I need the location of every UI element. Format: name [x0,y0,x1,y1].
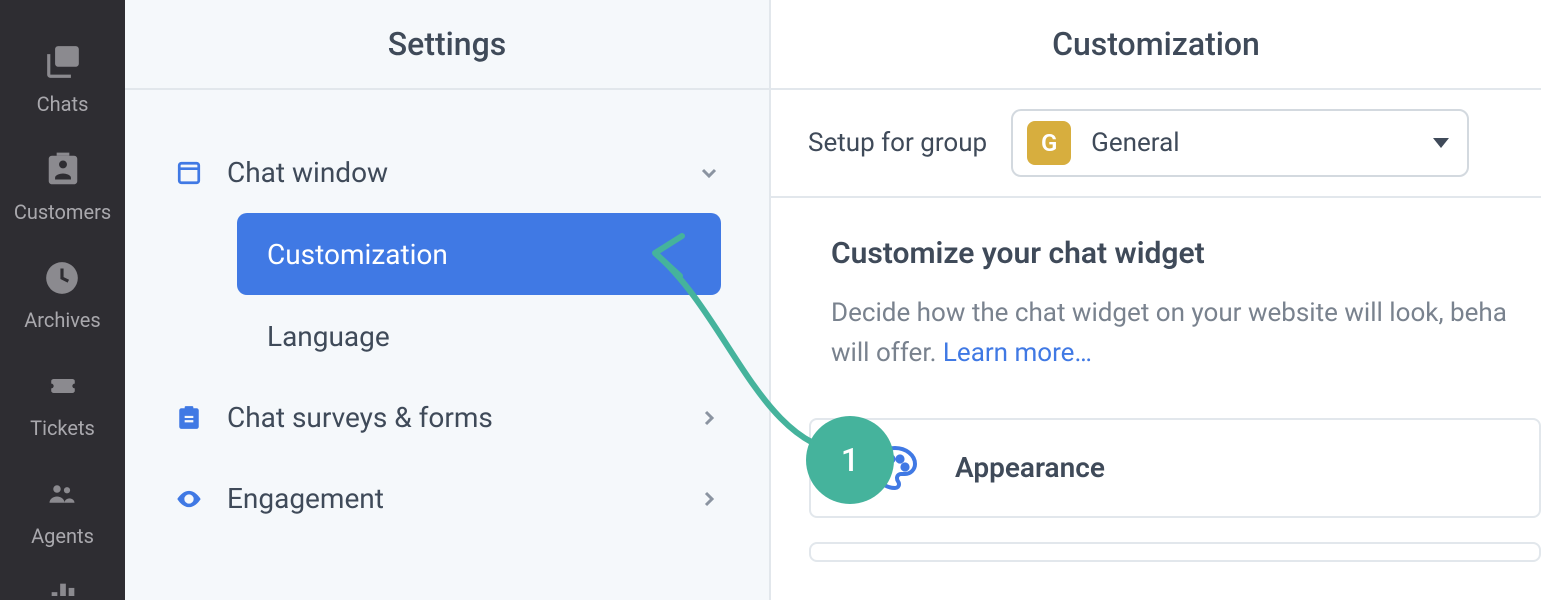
main-panel: Customization Setup for group G General … [771,0,1541,600]
page-title: Customization [1052,25,1260,63]
category-label: Chat surveys & forms [227,401,673,434]
group-name: General [1091,128,1413,158]
settings-sidebar: Settings Chat window Customization Langu… [125,0,771,600]
chevron-down-icon [697,161,721,185]
submenu-language[interactable]: Language [237,295,721,377]
bar-chart-icon [43,578,83,596]
group-badge: G [1027,121,1071,165]
rail-item-label: Tickets [30,416,95,440]
main-header: Customization [771,0,1541,90]
nav-rail: Chats Customers Archives Tickets Agents [0,0,125,600]
submenu-customization[interactable]: Customization [237,213,721,295]
rail-item-label: Archives [24,308,100,332]
rail-item-agents[interactable]: Agents [31,474,94,548]
submenu-label: Customization [267,238,448,271]
category-surveys[interactable]: Chat surveys & forms [125,377,769,458]
card-appearance[interactable]: Appearance [809,418,1541,518]
rail-item-more[interactable] [43,578,83,596]
rail-item-label: Agents [31,524,94,548]
chevron-right-icon [697,487,721,511]
group-select[interactable]: G General [1011,109,1469,177]
category-label: Chat window [227,156,673,189]
chats-icon [43,42,83,82]
card-label: Appearance [955,451,1105,484]
rail-item-label: Customers [14,200,111,224]
learn-more-link[interactable]: Learn more… [943,338,1092,368]
group-label: Setup for group [808,128,987,158]
rail-item-chats[interactable]: Chats [37,42,89,116]
rail-item-archives[interactable]: Archives [24,258,100,332]
card-next[interactable] [809,542,1541,562]
section-description: Decide how the chat widget on your websi… [831,293,1541,374]
clipboard-icon [175,404,203,432]
category-chat-window[interactable]: Chat window [125,132,769,213]
section-heading: Customize your chat widget [831,236,1541,271]
category-label: Engagement [227,482,673,515]
customers-icon [43,150,83,190]
archives-icon [42,258,82,298]
desc-line-2: will offer. [831,338,943,368]
chevron-right-icon [697,406,721,430]
agents-icon [42,474,82,514]
desc-line-1: Decide how the chat widget on your websi… [831,298,1507,328]
tickets-icon [43,366,83,406]
eye-icon [175,485,203,513]
settings-header: Settings [125,0,769,90]
caret-down-icon [1433,138,1449,148]
submenu-label: Language [267,320,390,353]
palette-icon [871,444,919,492]
group-row: Setup for group G General [771,90,1541,198]
rail-item-label: Chats [37,92,89,116]
window-icon [175,159,203,187]
rail-item-customers[interactable]: Customers [14,150,111,224]
rail-item-tickets[interactable]: Tickets [30,366,95,440]
settings-title: Settings [388,25,506,63]
category-engagement[interactable]: Engagement [125,458,769,539]
